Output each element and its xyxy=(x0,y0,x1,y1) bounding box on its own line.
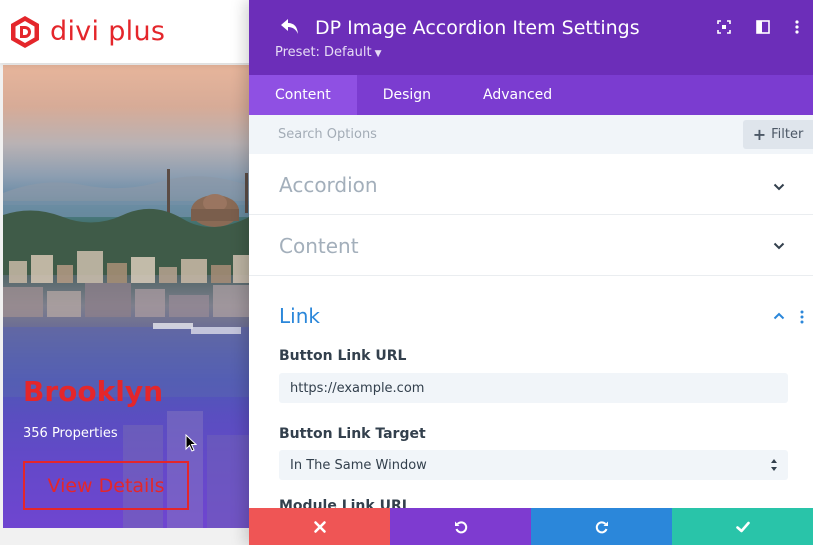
section-title: Accordion xyxy=(279,173,378,197)
section-title[interactable]: Link xyxy=(279,304,320,328)
view-details-button[interactable]: View Details xyxy=(23,461,189,510)
undo-button[interactable] xyxy=(390,508,531,545)
search-bar: + Filter xyxy=(249,115,813,154)
section-link: Link Button Link URL Button Link Target … xyxy=(249,276,813,508)
caret-down-icon: ▼ xyxy=(374,49,382,59)
back-icon[interactable] xyxy=(279,17,301,37)
filter-button[interactable]: + Filter xyxy=(743,120,813,149)
divi-plus-logo-icon xyxy=(11,15,39,48)
save-button[interactable] xyxy=(672,508,813,545)
tab-advanced[interactable]: Advanced xyxy=(457,75,578,115)
chevron-up-icon[interactable] xyxy=(773,312,785,320)
select-arrows-icon xyxy=(771,459,777,471)
discard-button[interactable] xyxy=(249,508,390,545)
section-content[interactable]: Content xyxy=(249,215,813,276)
chevron-down-icon xyxy=(773,183,785,191)
more-vertical-icon[interactable] xyxy=(800,310,804,324)
mouse-pointer-icon xyxy=(185,434,197,452)
selected-option: In The Same Window xyxy=(290,457,427,473)
undo-icon xyxy=(454,520,467,533)
modal-header: DP Image Accordion Item Settings Preset:… xyxy=(249,0,813,75)
split-view-icon[interactable] xyxy=(755,19,771,35)
button-link-target-select[interactable]: In The Same Window xyxy=(279,450,788,480)
settings-modal: DP Image Accordion Item Settings Preset:… xyxy=(249,0,813,545)
modal-tabs: Content Design Advanced xyxy=(249,75,813,115)
button-link-url-label: Button Link URL xyxy=(279,348,407,364)
section-accordion[interactable]: Accordion xyxy=(249,154,813,215)
preset-selector[interactable]: Preset: Default ▼ xyxy=(275,45,381,60)
close-icon xyxy=(313,520,326,533)
site-logo-text[interactable]: divi plus xyxy=(50,16,165,47)
tab-content[interactable]: Content xyxy=(249,75,357,115)
check-icon xyxy=(735,521,750,532)
tab-design[interactable]: Design xyxy=(357,75,457,115)
button-link-target-label: Button Link Target xyxy=(279,426,426,442)
preview-area: Brooklyn 356 Properties View Details xyxy=(0,63,260,545)
search-options-input[interactable] xyxy=(267,121,727,148)
focus-icon[interactable] xyxy=(716,19,732,35)
plus-icon: + xyxy=(752,125,767,144)
site-header: divi plus xyxy=(0,0,260,63)
section-title: Content xyxy=(279,234,359,258)
accordion-item-subtitle: 356 Properties xyxy=(23,426,118,441)
module-link-url-label: Module Link URL xyxy=(279,498,411,508)
more-vertical-icon[interactable] xyxy=(789,19,805,35)
city-skyline-image xyxy=(3,169,253,528)
chevron-down-icon xyxy=(773,242,785,250)
preset-label: Preset: Default xyxy=(275,45,372,60)
filter-label: Filter xyxy=(771,127,804,142)
modal-footer xyxy=(249,508,813,545)
modal-title: DP Image Accordion Item Settings xyxy=(315,17,640,39)
image-accordion-item[interactable]: Brooklyn 356 Properties View Details xyxy=(3,65,253,528)
accordion-item-title: Brooklyn xyxy=(23,375,164,408)
redo-icon xyxy=(595,520,608,533)
redo-button[interactable] xyxy=(531,508,672,545)
button-link-url-input[interactable] xyxy=(279,373,788,403)
